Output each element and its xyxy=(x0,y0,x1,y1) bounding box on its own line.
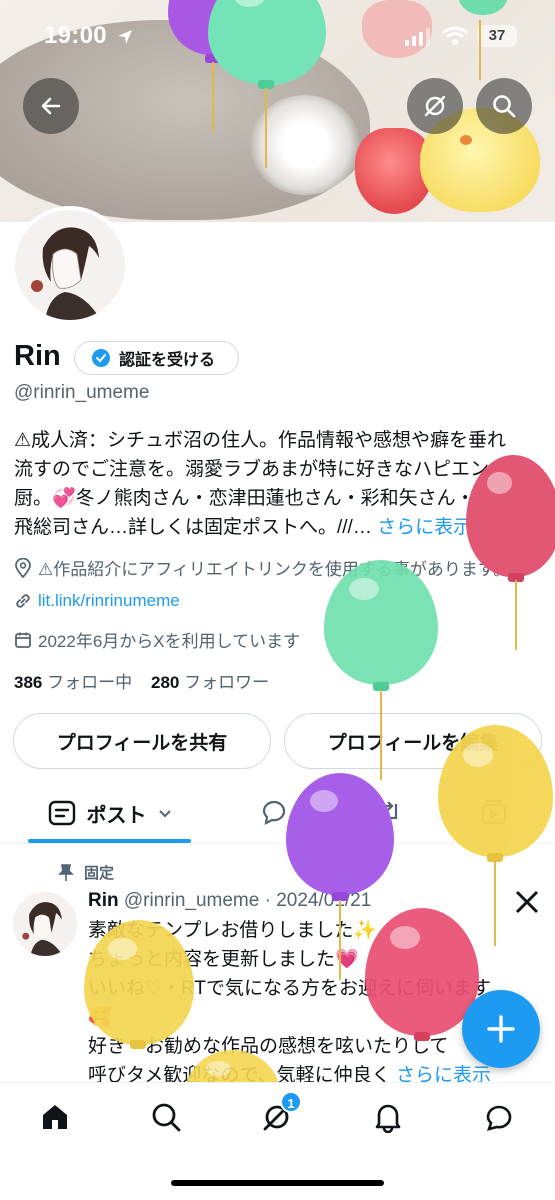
balloon-red-right xyxy=(466,455,555,577)
avatar-illustration xyxy=(15,210,125,320)
banner-chick-beak xyxy=(460,135,472,145)
bell-icon xyxy=(375,1104,401,1133)
search-icon xyxy=(152,1103,181,1132)
bio-line: 流すのでご注意を。溺愛ラブあまが特に好きなハピエン xyxy=(14,459,490,480)
following-link[interactable]: 386 フォロー中 xyxy=(14,673,132,692)
profile-bio: ⚠成人済：シチュボ沼の住人。作品情報や感想や癖を垂れ 流すのでご注意を。溺愛ラブ… xyxy=(14,426,544,542)
bio-line: ⚠成人済：シチュボ沼の住人。作品情報や感想や癖を垂れ xyxy=(14,430,507,451)
profile-joined: 2022年6月からXを利用しています xyxy=(14,627,300,652)
get-verified-label: 認証を受ける xyxy=(119,352,216,369)
post-tab-icon xyxy=(48,800,75,826)
home-icon xyxy=(43,1105,67,1129)
status-time: 19:00 xyxy=(44,22,107,49)
followers-label: フォロワー xyxy=(184,673,270,692)
grok-button[interactable] xyxy=(407,78,463,134)
pin-icon xyxy=(58,863,74,881)
tab-posts[interactable]: ポスト xyxy=(28,782,191,844)
back-arrow-icon xyxy=(41,97,61,115)
location-icon xyxy=(15,557,31,578)
post-avatar[interactable] xyxy=(13,892,77,956)
battery-indicator: 37 xyxy=(477,25,517,47)
message-icon xyxy=(486,1105,512,1131)
profile-link[interactable]: lit.link/rinrinumeme xyxy=(38,591,180,611)
nav-messages[interactable] xyxy=(474,1097,524,1137)
bio-line: 飛総司さん…詳しくは固定ポストへ。///… xyxy=(14,517,372,538)
balloon-red-bottom xyxy=(365,908,479,1036)
profile-location: ⚠作品紹介にアフィリエイトリンクを使用する事があります。 xyxy=(14,555,510,580)
tab-replies[interactable] xyxy=(258,796,290,828)
pinned-text: 固定 xyxy=(84,865,115,882)
balloon-string xyxy=(479,20,481,80)
profile-handle: @rinrin_umeme xyxy=(14,382,150,403)
balloon-string xyxy=(339,900,341,980)
balloon-knot xyxy=(414,1032,430,1041)
search-icon xyxy=(493,95,516,118)
nav-search[interactable] xyxy=(141,1097,191,1137)
nav-home[interactable] xyxy=(30,1097,80,1137)
post-avatar-illustration xyxy=(13,892,77,956)
followers-count: 280 xyxy=(151,673,180,692)
profile-avatar[interactable] xyxy=(11,206,129,324)
chevron-down-icon xyxy=(158,810,171,818)
compose-button[interactable] xyxy=(462,990,540,1068)
balloon-yellow-right xyxy=(438,725,553,857)
profile-name: Rin xyxy=(14,340,61,372)
pinned-label: 固定 xyxy=(58,862,114,883)
following-count: 386 xyxy=(14,673,43,692)
following-label: フォロー中 xyxy=(47,673,133,692)
profile-link-row: lit.link/rinrinumeme xyxy=(14,591,180,611)
search-button[interactable] xyxy=(476,78,532,134)
balloon-string xyxy=(494,861,496,946)
signal-icon xyxy=(405,28,430,46)
bio-line: 厨。💞冬ノ熊肉さん・恋津田蓮也さん・彩和矢さん・猿 xyxy=(14,488,494,509)
joined-text: 2022年6月からXを利用しています xyxy=(38,632,301,651)
post-author[interactable]: Rin xyxy=(88,890,119,911)
bio-show-more-link[interactable]: さらに表示 xyxy=(377,517,472,538)
nav-grok[interactable]: 1 xyxy=(252,1091,302,1137)
back-button[interactable] xyxy=(23,78,79,134)
balloon-string xyxy=(265,88,267,168)
tab-active-indicator xyxy=(28,839,191,843)
balloon-knot xyxy=(130,1040,146,1049)
calendar-icon xyxy=(15,632,31,648)
link-icon xyxy=(16,594,30,608)
follow-stats: 386 フォロー中 280 フォロワー xyxy=(14,668,269,693)
location-text: ⚠作品紹介にアフィリエイトリンクを使用する事があります。 xyxy=(38,560,511,579)
balloon-string xyxy=(515,580,517,650)
balloon-yellow-left xyxy=(84,920,194,1045)
tab-posts-label: ポスト xyxy=(86,804,147,827)
get-verified-button[interactable]: 認証を受ける xyxy=(74,341,239,375)
balloon-string xyxy=(380,690,382,780)
share-profile-button[interactable]: プロフィールを共有 xyxy=(13,713,271,769)
home-indicator xyxy=(171,1180,384,1186)
balloon-purple-mid xyxy=(286,773,394,895)
balloon-string xyxy=(212,62,214,132)
followers-link[interactable]: 280 フォロワー xyxy=(151,673,269,692)
wifi-icon xyxy=(442,26,468,45)
grok-icon xyxy=(424,95,446,117)
plus-icon xyxy=(487,1015,515,1043)
x-logo-icon xyxy=(515,890,539,914)
location-arrow-icon xyxy=(118,30,132,44)
verified-badge-icon xyxy=(92,349,110,367)
balloon-green-mid xyxy=(324,560,438,685)
notification-badge: 1 xyxy=(280,1091,302,1113)
nav-notifications[interactable] xyxy=(363,1097,413,1137)
